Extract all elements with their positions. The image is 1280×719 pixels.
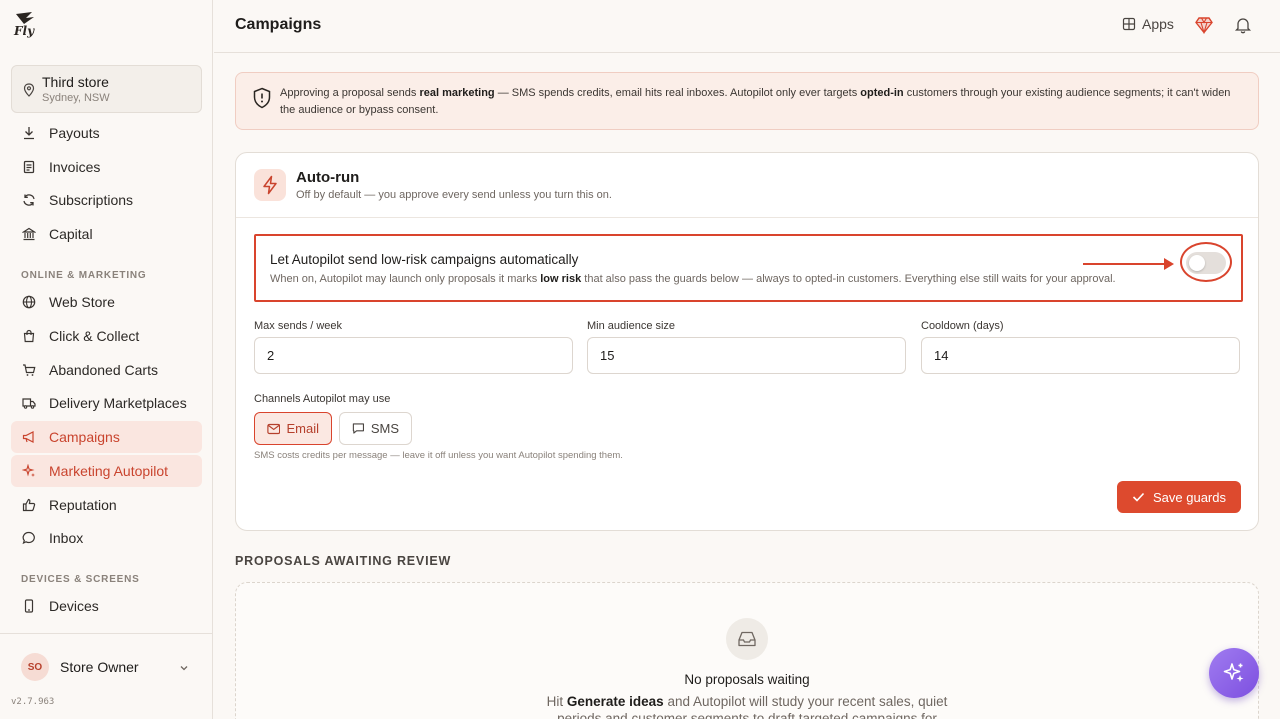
grid-icon: [1122, 17, 1136, 31]
sidebar-footer: SO Store Owner v2.7.963: [0, 633, 213, 719]
sparkle-icon: [21, 463, 37, 479]
cooldown-label: Cooldown (days): [921, 320, 1004, 332]
app-version: v2.7.963: [11, 697, 55, 707]
channels-label: Channels Autopilot may use: [254, 393, 391, 405]
sidebar-item-campaigns[interactable]: Campaigns: [11, 421, 202, 453]
autorun-switch[interactable]: [1186, 252, 1226, 274]
refresh-icon: [21, 192, 37, 208]
cart-icon: [21, 362, 37, 378]
megaphone-icon: [21, 429, 37, 445]
sidebar-item-marketing-autopilot[interactable]: Marketing Autopilot: [11, 455, 202, 487]
sparkles-icon: [1223, 663, 1244, 682]
max-sends-label: Max sends / week: [254, 320, 343, 332]
sidebar-item-inbox[interactable]: Inbox: [11, 522, 202, 554]
save-guards-button[interactable]: Save guards: [1117, 481, 1241, 513]
cooldown-input[interactable]: [921, 337, 1240, 374]
channel-email-label: Email: [286, 421, 319, 436]
sidebar-item-reputation[interactable]: Reputation: [11, 489, 202, 521]
download-icon: [21, 125, 37, 141]
sidebar-item-devices[interactable]: Devices: [11, 590, 202, 622]
channel-email-toggle[interactable]: Email: [254, 412, 332, 445]
toggle-title: Let Autopilot send low-risk campaigns au…: [270, 252, 579, 267]
bell-icon[interactable]: [1234, 16, 1252, 34]
truck-icon: [21, 395, 37, 411]
store-switcher[interactable]: Third store Sydney, NSW: [11, 65, 202, 113]
notice-text: Approving a proposal sends real marketin…: [280, 87, 1231, 116]
mail-icon: [267, 423, 281, 434]
chat-icon: [21, 530, 37, 546]
check-icon: [1132, 492, 1145, 502]
bank-icon: [21, 226, 37, 242]
autorun-subtitle: Off by default — you approve every send …: [296, 189, 612, 201]
annotation-arrow-head: [1164, 258, 1174, 270]
sidebar-item-label: Reputation: [49, 497, 117, 513]
top-header: Campaigns Apps: [214, 0, 1280, 53]
apps-label: Apps: [1142, 16, 1174, 32]
shield-alert-icon: [253, 87, 271, 109]
sidebar-item-subscriptions[interactable]: Subscriptions: [11, 184, 202, 216]
sidebar-item-label: Delivery Marketplaces: [49, 395, 187, 411]
save-guards-label: Save guards: [1153, 489, 1226, 505]
sidebar-item-label: Web Store: [49, 294, 115, 310]
autorun-card: Auto-run Off by default — you approve ev…: [235, 152, 1259, 531]
autorun-toggle-row: Let Autopilot send low-risk campaigns au…: [254, 234, 1243, 302]
sidebar-item-click-collect[interactable]: Click & Collect: [11, 320, 202, 352]
sidebar-item-label: Subscriptions: [49, 192, 134, 208]
owner-name[interactable]: Store Owner: [60, 659, 139, 675]
sms-hint: SMS costs credits per message — leave it…: [254, 450, 623, 461]
empty-title: No proposals waiting: [684, 672, 810, 687]
sidebar-item-label: Capital: [49, 226, 93, 242]
store-location: Sydney, NSW: [42, 92, 110, 104]
consent-notice: Approving a proposal sends real marketin…: [235, 72, 1259, 130]
page-title: Campaigns: [235, 16, 322, 33]
sidebar-item-label: Campaigns: [49, 429, 120, 445]
sidebar-item-label: Abandoned Carts: [49, 362, 158, 378]
nav-section-online: ONLINE & MARKETING: [21, 270, 147, 281]
lightning-icon: [254, 169, 286, 201]
avatar[interactable]: SO: [21, 653, 49, 681]
channel-sms-toggle[interactable]: SMS: [339, 412, 412, 445]
location-pin-icon: [23, 83, 35, 97]
proposals-heading: PROPOSALS AWAITING REVIEW: [235, 554, 452, 568]
receipt-icon: [21, 159, 37, 175]
min-audience-label: Min audience size: [587, 320, 676, 332]
sidebar-item-abandoned-carts[interactable]: Abandoned Carts: [11, 354, 202, 386]
inbox-tray-icon: [726, 618, 768, 660]
sidebar-item-capital[interactable]: Capital: [11, 218, 202, 250]
switch-knob: [1189, 255, 1205, 271]
autorun-title: Auto-run: [296, 169, 360, 186]
gem-icon[interactable]: [1195, 16, 1213, 34]
phone-icon: [21, 598, 37, 614]
sidebar-item-label: Marketing Autopilot: [49, 463, 169, 479]
store-name: Third store: [42, 74, 109, 90]
message-icon: [352, 423, 365, 434]
annotation-arrow: [1083, 263, 1167, 265]
sidebar-item-web-store[interactable]: Web Store: [11, 286, 202, 318]
card-divider: [236, 217, 1258, 218]
logo-text: Fly: [14, 24, 35, 38]
sidebar-item-label: Inbox: [49, 530, 84, 546]
sidebar: Fly Third store Sydney, NSW Payouts Invo…: [0, 0, 213, 719]
proposals-empty-state: No proposals waiting Hit Generate ideas …: [235, 582, 1259, 719]
sidebar-item-label: Invoices: [49, 159, 101, 175]
sidebar-item-label: Devices: [49, 598, 99, 614]
ai-assistant-button[interactable]: [1209, 648, 1259, 698]
apps-button[interactable]: Apps: [1122, 16, 1174, 32]
sidebar-item-invoices[interactable]: Invoices: [11, 151, 202, 183]
sidebar-item-label: Payouts: [49, 125, 100, 141]
shopping-bag-icon: [21, 328, 37, 344]
channel-sms-label: SMS: [370, 421, 399, 436]
sidebar-item-delivery-marketplaces[interactable]: Delivery Marketplaces: [11, 387, 202, 419]
max-sends-input[interactable]: [254, 337, 573, 374]
sidebar-item-payouts[interactable]: Payouts: [11, 117, 202, 149]
min-audience-input[interactable]: [587, 337, 906, 374]
nav-section-devices: DEVICES & SCREENS: [21, 574, 140, 585]
empty-description: Hit Generate ideas and Autopilot will st…: [546, 694, 948, 719]
thumbs-up-icon: [21, 497, 37, 513]
globe-icon: [21, 294, 37, 310]
sidebar-item-label: Click & Collect: [49, 328, 140, 344]
toggle-description: When on, Autopilot may launch only propo…: [270, 273, 1116, 285]
chevron-down-icon[interactable]: [178, 662, 190, 674]
